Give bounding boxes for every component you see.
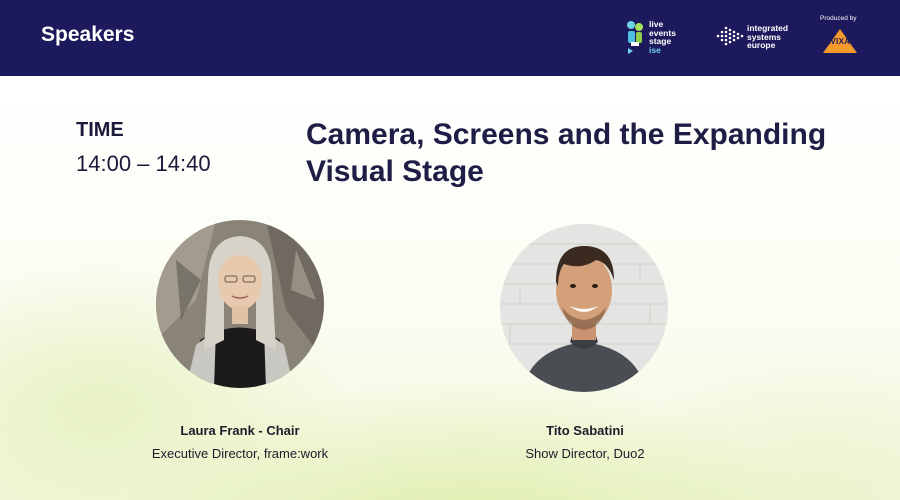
- ise-logo: integrated systems europe: [716, 22, 796, 52]
- speaker-2-role: Show Director, Duo2: [525, 446, 645, 461]
- ise-wordmark: integrated systems europe: [747, 23, 789, 50]
- speaker-1-photo: [156, 220, 324, 388]
- live-events-stage-wordmark: live events stage ise: [649, 19, 676, 55]
- avixa-wordmark: AVIXA: [825, 37, 851, 46]
- speaker-1-name: Laura Frank - Chair: [180, 423, 300, 438]
- time-value: 14:00 – 14:40: [76, 151, 211, 176]
- speaker-1-role: Executive Director, frame:work: [151, 446, 329, 461]
- header-bar: Speakers live events stage ise integrate…: [0, 0, 900, 76]
- live-events-stage-icon: [627, 21, 643, 54]
- produced-by-label: Produced by: [820, 15, 857, 22]
- speaker-2-name: Tito Sabatini: [546, 423, 624, 438]
- speaker-2-photo: [500, 224, 668, 392]
- page-title: Speakers: [41, 23, 135, 46]
- avixa-logo: AVIXA: [822, 28, 858, 54]
- ise-dots-icon: [716, 26, 744, 46]
- time-label: TIME: [76, 119, 124, 141]
- live-events-stage-logo: live events stage ise: [625, 17, 695, 59]
- session-title: Camera, Screens and the Expanding Visual…: [306, 118, 827, 188]
